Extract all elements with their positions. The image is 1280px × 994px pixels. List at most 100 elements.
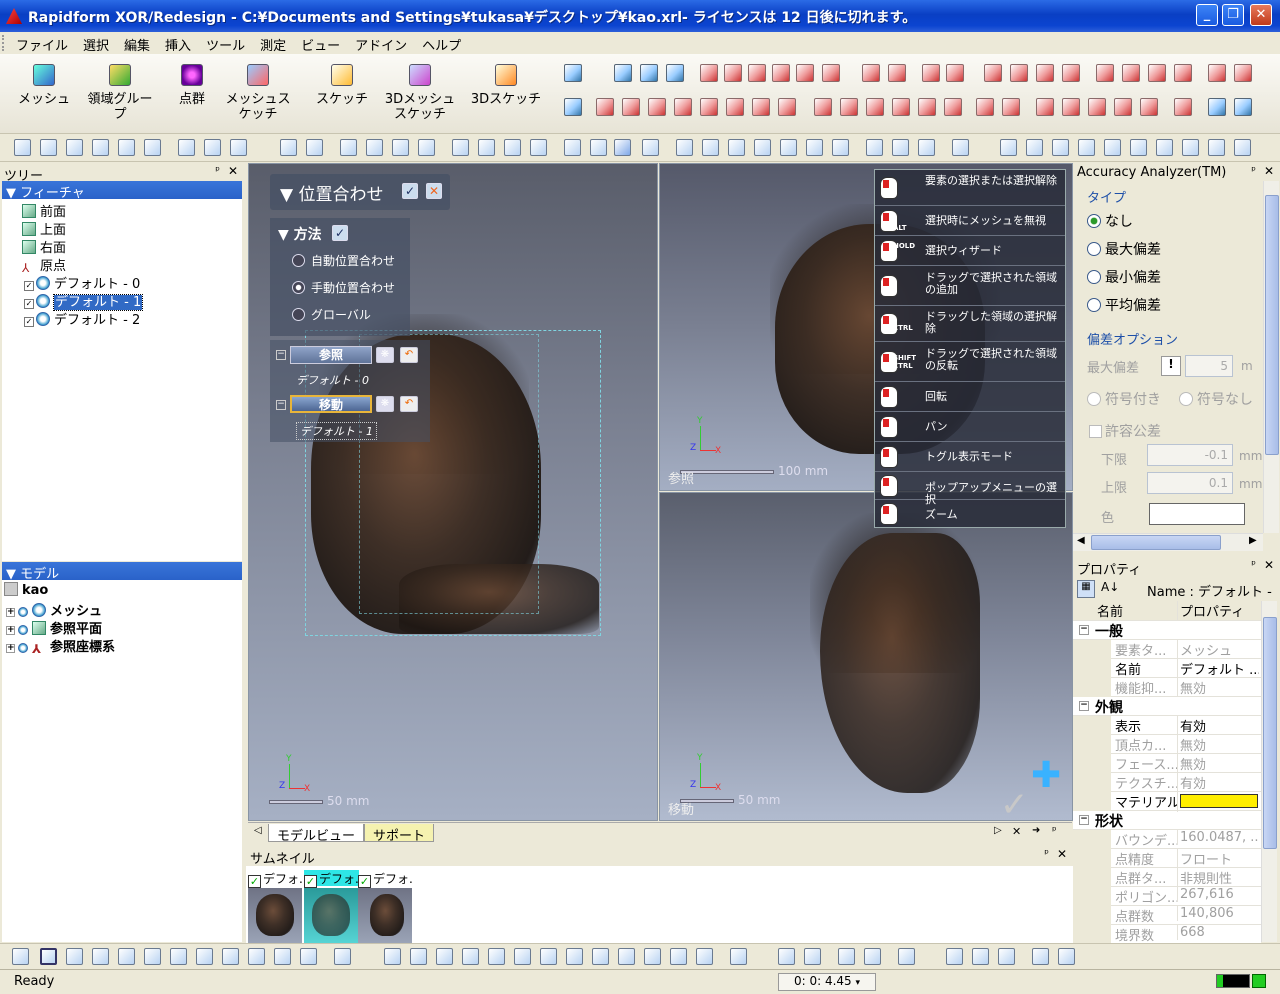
view-save-icon[interactable] bbox=[280, 139, 297, 156]
clip-box-icon[interactable] bbox=[918, 139, 935, 156]
menu-item-select[interactable]: 要素の選択または選択解除 bbox=[875, 170, 1065, 206]
redo-icon[interactable] bbox=[204, 139, 221, 156]
visibility-checkbox[interactable]: ✓ bbox=[24, 317, 34, 327]
max-deviation-input[interactable]: 5 bbox=[1185, 355, 1233, 377]
properties-scrollbar[interactable] bbox=[1261, 601, 1277, 942]
rotate-icon[interactable] bbox=[640, 64, 658, 82]
display-vertex-icon[interactable] bbox=[1182, 139, 1199, 156]
knit-icon[interactable] bbox=[892, 98, 910, 116]
rebuild-icon[interactable] bbox=[230, 139, 247, 156]
scroll-left-icon[interactable]: ◀ bbox=[1077, 535, 1085, 546]
sort-az-icon[interactable]: A↓ bbox=[1101, 580, 1119, 594]
box-select-icon[interactable] bbox=[248, 948, 265, 965]
replace-face-icon[interactable] bbox=[840, 98, 858, 116]
orbit-icon[interactable] bbox=[504, 139, 521, 156]
export-icon[interactable] bbox=[118, 139, 135, 156]
menu-file[interactable]: ファイル bbox=[8, 32, 75, 54]
property-value[interactable]: 有効 bbox=[1177, 773, 1259, 792]
display-surface-icon[interactable] bbox=[1078, 139, 1095, 156]
offset-icon[interactable] bbox=[866, 98, 884, 116]
thumbnail-checkbox[interactable]: ✓ デフォ. bbox=[248, 870, 303, 888]
filter-region-icon[interactable] bbox=[410, 948, 427, 965]
surface-fit-icon[interactable] bbox=[596, 98, 614, 116]
maximize-button[interactable]: ❐ bbox=[1222, 4, 1244, 26]
shell-icon[interactable] bbox=[1036, 64, 1054, 82]
extrude-icon[interactable] bbox=[700, 64, 718, 82]
layer-icon[interactable] bbox=[918, 98, 936, 116]
menu-edit[interactable]: 編集 bbox=[116, 32, 157, 54]
open-icon[interactable] bbox=[92, 139, 109, 156]
filter-plane-icon[interactable] bbox=[644, 948, 661, 965]
axis-icon[interactable] bbox=[614, 64, 632, 82]
thicken-icon[interactable] bbox=[752, 98, 770, 116]
menu-item-toggle-display[interactable]: トグル表示モード bbox=[875, 442, 1065, 472]
close-icon[interactable]: ✕ bbox=[1264, 164, 1274, 178]
display-curve-icon[interactable] bbox=[1156, 139, 1173, 156]
chamfer-icon[interactable] bbox=[1010, 64, 1028, 82]
ribbon-3d-sketch-button[interactable]: 3Dスケッチ bbox=[470, 58, 542, 130]
expand-icon[interactable]: + bbox=[6, 608, 15, 617]
layer-list-icon[interactable] bbox=[864, 948, 881, 965]
collapse-icon[interactable]: − bbox=[276, 400, 286, 410]
radio-unsigned[interactable]: 符号なし bbox=[1179, 389, 1253, 409]
close-icon[interactable]: ✕ bbox=[1057, 847, 1067, 861]
spline-icon[interactable] bbox=[1002, 98, 1020, 116]
cut-extrude-icon[interactable] bbox=[796, 64, 814, 82]
accuracy-hscrollbar[interactable]: ◀ ▶ bbox=[1073, 533, 1263, 551]
thumbnail-image[interactable] bbox=[248, 888, 302, 943]
reference-pick-icon[interactable]: ❋ bbox=[376, 347, 394, 363]
tree-item-top[interactable]: 上面 bbox=[22, 219, 66, 238]
menu-item-drag-remove[interactable]: CTRL ドラッグした領域の選択解除 bbox=[875, 306, 1065, 342]
categorized-icon[interactable]: ▦ bbox=[1077, 580, 1095, 598]
view-back-icon[interactable] bbox=[590, 139, 607, 156]
expand-icon[interactable]: + bbox=[6, 626, 15, 635]
close-icon[interactable]: ✕ bbox=[1012, 825, 1021, 838]
scroll-right-icon[interactable]: ▶ bbox=[1249, 535, 1257, 546]
menu-select[interactable]: 選択 bbox=[75, 32, 116, 54]
eye-icon[interactable] bbox=[18, 607, 28, 617]
view-side2-icon[interactable] bbox=[806, 139, 823, 156]
property-value[interactable]: 160.0487, ... bbox=[1177, 830, 1259, 845]
display-hidden-icon[interactable] bbox=[1208, 139, 1225, 156]
ribbon-region-group-button[interactable]: 領域グループ bbox=[84, 58, 156, 130]
property-category[interactable]: − 形状 bbox=[1073, 811, 1261, 830]
import-icon[interactable] bbox=[40, 139, 57, 156]
extend-surface-icon[interactable] bbox=[700, 98, 718, 116]
display-sketch-icon[interactable] bbox=[1104, 139, 1121, 156]
loft-surface-icon[interactable] bbox=[648, 98, 666, 116]
menu-item-popup-select[interactable]: ポップアップメニューの選択 bbox=[875, 472, 1065, 506]
pin-icon[interactable]: ᵖ bbox=[1251, 558, 1256, 571]
upper-input[interactable]: 0.1 bbox=[1147, 472, 1233, 494]
circle-select-icon[interactable] bbox=[66, 948, 83, 965]
display-deviation-icon[interactable] bbox=[1234, 139, 1251, 156]
model-item-ref-coord[interactable]: + ⅄ 参照座標系 bbox=[6, 636, 115, 656]
property-value[interactable]: 有効 bbox=[1177, 716, 1259, 735]
close-icon[interactable]: ✕ bbox=[1264, 558, 1274, 572]
color-picker[interactable] bbox=[1149, 503, 1245, 525]
property-category[interactable]: − 外観 bbox=[1073, 697, 1261, 716]
menu-item-drag-add[interactable]: ドラッグで選択された領域の追加 bbox=[875, 266, 1065, 306]
property-value[interactable]: 非規則性 bbox=[1177, 868, 1259, 887]
model-item-ref-plane[interactable]: + 参照平面 bbox=[6, 618, 102, 637]
fillet-icon[interactable] bbox=[984, 64, 1002, 82]
property-value[interactable]: フロート bbox=[1177, 849, 1259, 868]
sweep-surface-icon[interactable] bbox=[674, 98, 692, 116]
delete-face-icon[interactable] bbox=[814, 98, 832, 116]
filter-point-icon[interactable] bbox=[436, 948, 453, 965]
untrim-icon[interactable] bbox=[778, 98, 796, 116]
eye-icon[interactable] bbox=[18, 643, 28, 653]
menu-item-drag-invert[interactable]: SHIFT CTRL ドラッグで選択された領域の反転 bbox=[875, 342, 1065, 382]
move-reset-icon[interactable]: ↶ bbox=[400, 396, 418, 412]
boolean-icon[interactable] bbox=[862, 64, 880, 82]
view-front-icon[interactable] bbox=[564, 139, 581, 156]
radio-max-deviation[interactable]: 最大偏差 bbox=[1087, 239, 1161, 259]
ribbon-3d-mesh-sketch-button[interactable]: 3Dメッシュスケッチ bbox=[384, 58, 456, 130]
view-left-icon[interactable] bbox=[728, 139, 745, 156]
thumbnail-checkbox[interactable]: ✓ デフォ. bbox=[358, 870, 413, 888]
eye-icon[interactable] bbox=[18, 625, 28, 635]
flood-select-icon[interactable] bbox=[196, 948, 213, 965]
collapse-icon[interactable]: − bbox=[1079, 815, 1089, 825]
zoom-fit-icon[interactable] bbox=[340, 139, 357, 156]
measure-icon[interactable] bbox=[1234, 64, 1252, 82]
method-check-icon[interactable]: ✓ bbox=[332, 225, 348, 241]
